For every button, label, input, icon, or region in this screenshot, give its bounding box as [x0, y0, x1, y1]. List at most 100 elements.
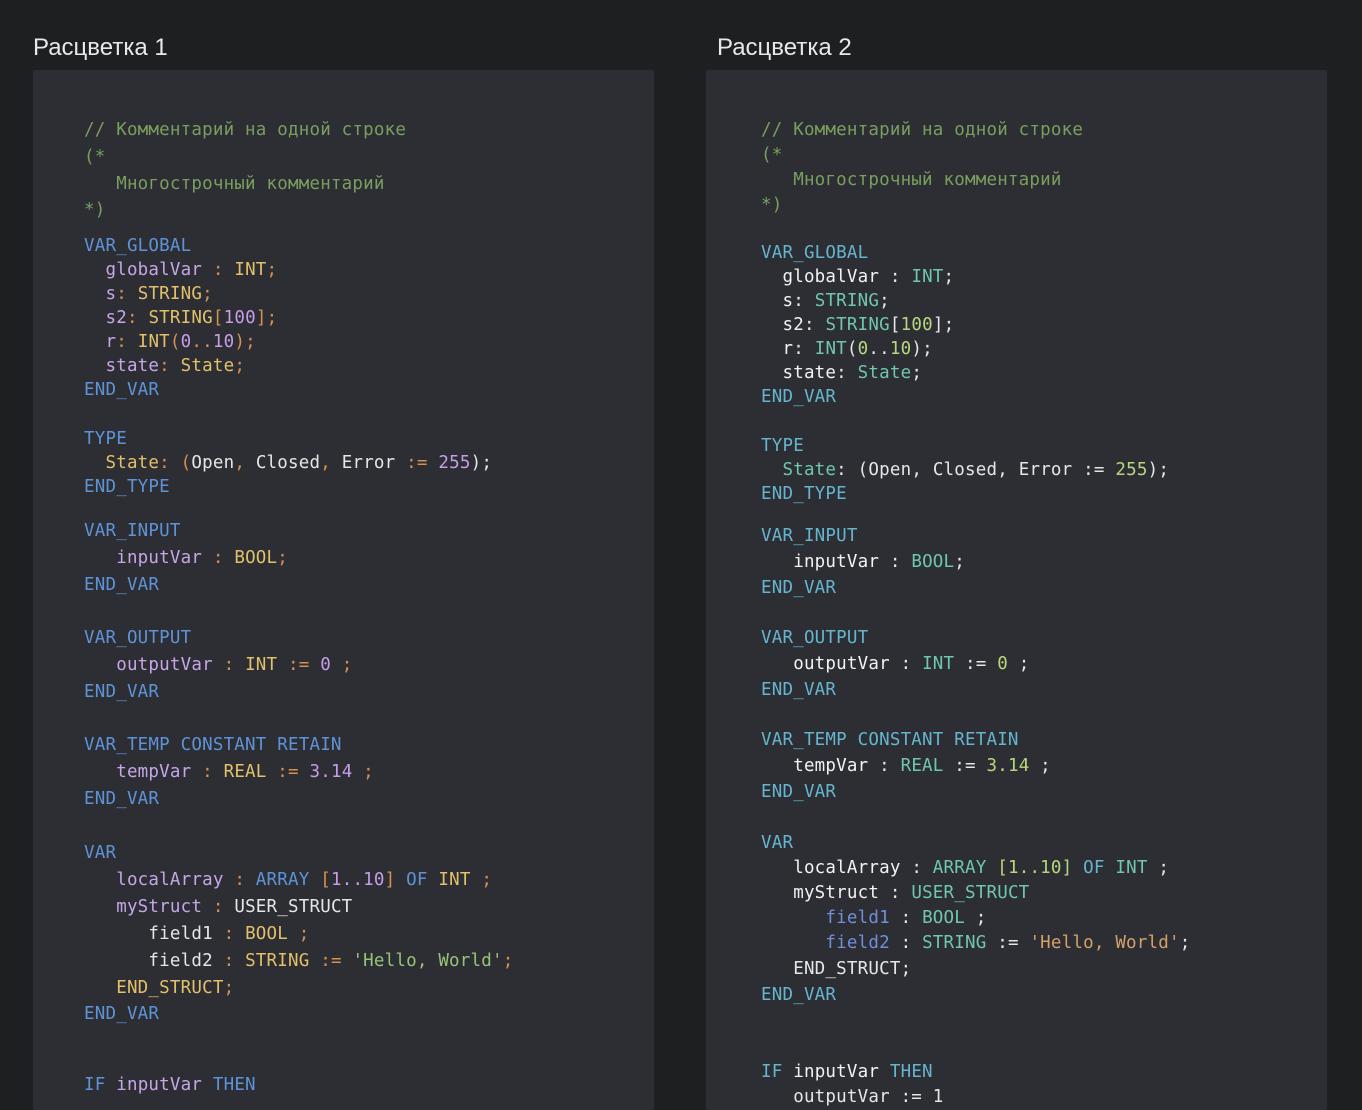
code-line: inputVar : BOOL; — [761, 552, 965, 572]
code-line: (* — [761, 145, 782, 165]
code-token-plain: Closed — [932, 460, 998, 480]
code-token-punct: ( — [846, 339, 858, 359]
code-token-punct: [ — [889, 315, 901, 335]
code-token-type: INT — [1115, 858, 1148, 878]
code-token-punct: : — [793, 291, 815, 311]
code-token-kw: END_VAR — [84, 380, 160, 400]
code-token-punct: : — [159, 356, 181, 376]
code-token-num: 3.14 — [986, 756, 1030, 776]
code-line: END_VAR — [84, 575, 159, 595]
code-token-type: State — [84, 453, 160, 473]
code-line: VAR_GLOBAL — [761, 243, 868, 263]
code-line: myStruct : USER_STRUCT — [84, 897, 352, 917]
code-line: outputVar : INT := 0 ; — [761, 654, 1029, 674]
code-token-punct: : — [889, 908, 923, 928]
code-token-kw: THEN — [889, 1062, 933, 1082]
code-token-plain: ); — [470, 453, 493, 473]
code-token-type: END_STRUCT — [84, 978, 224, 998]
code-line: TYPE — [761, 436, 804, 456]
code-line: VAR — [761, 833, 793, 853]
code-line: END_VAR — [761, 782, 836, 802]
code-line: field1 : BOOL ; — [761, 908, 987, 928]
code-token-kw: TYPE — [761, 436, 804, 456]
code-line: VAR_INPUT — [761, 526, 858, 546]
code-token-type: State — [180, 356, 235, 376]
code-token-var: outputVar — [84, 655, 213, 675]
code-token-punct: := — [395, 453, 439, 473]
code-token-type: REAL — [900, 756, 944, 776]
code-line: VAR_TEMP CONSTANT RETAIN — [84, 735, 342, 755]
code-token-punct: ; — [352, 762, 374, 782]
code-token-punct: ; — [1147, 858, 1170, 878]
code-line: VAR — [84, 843, 116, 863]
code-token-punct: : — [879, 552, 912, 572]
code-token-kw: THEN — [212, 1075, 256, 1095]
code-token-plain: Error — [341, 453, 396, 473]
code-token-var: localArray — [761, 858, 901, 878]
code-line: VAR_INPUT — [84, 521, 181, 541]
code-token-num: 0 — [180, 332, 192, 352]
code-token-type: INT — [438, 870, 471, 890]
code-token-punct: ( — [169, 332, 181, 352]
code-token-comment: Многострочный комментарий — [84, 174, 385, 194]
code-token-punct: ; — [277, 548, 289, 568]
code-token-punct: ; — [1179, 933, 1191, 953]
code-token-kw: END_TYPE — [84, 477, 170, 497]
code-token-punct: : — [191, 762, 224, 782]
code-token-punct: := — [986, 933, 1030, 953]
code-line: END_STRUCT; — [761, 959, 911, 979]
code-token-comment: // Комментарий на одной строке — [761, 120, 1084, 140]
code-token-plain: END_STRUCT — [761, 959, 901, 979]
code-token-plain: field1 — [84, 924, 213, 944]
code-line: *) — [84, 200, 105, 220]
code-token-num: 10 — [212, 332, 235, 352]
code-token-kw: IF — [761, 1062, 794, 1082]
code-token-kw: END_TYPE — [761, 484, 847, 504]
code-token-kw: END_VAR — [761, 985, 837, 1005]
code-token-punct: : — [202, 897, 235, 917]
code-token-var: s2 — [84, 308, 127, 328]
code-token-punct: : — [212, 924, 246, 944]
code-line: field1 : BOOL ; — [84, 924, 310, 944]
code-token-kw: VAR_TEMP CONSTANT RETAIN — [84, 735, 342, 755]
code-token-num: 255 — [438, 453, 471, 473]
code-token-field: field1 — [761, 908, 890, 928]
code-token-kw: END_VAR — [84, 1004, 160, 1024]
code-line: IF inputVar THEN — [84, 1075, 256, 1095]
code-token-comment: *) — [84, 200, 106, 220]
code-token-kw: END_VAR — [761, 680, 837, 700]
code-line: END_VAR — [761, 578, 836, 598]
code-token-kw: VAR_OUTPUT — [84, 628, 192, 648]
code-token-type: BOOL — [911, 552, 955, 572]
code-token-punct: : — [223, 870, 256, 890]
code-token-punct: : — [202, 548, 235, 568]
code-token-type: INT — [245, 655, 278, 675]
code-token-punct: := — [266, 762, 310, 782]
code-token-var: s — [84, 284, 117, 304]
code-token-type: STRING — [245, 951, 310, 971]
code-token-punct: ; — [879, 291, 890, 311]
code-token-comment: Многострочный комментарий — [761, 170, 1062, 190]
code-token-num: 3.14 — [309, 762, 353, 782]
code-line: (* — [84, 147, 105, 167]
code-line: END_VAR — [84, 682, 159, 702]
code-token-punct: : — [126, 308, 149, 328]
code-token-punct: .. — [191, 332, 213, 352]
code-line: *) — [761, 195, 782, 215]
code-line: state: State; — [84, 356, 245, 376]
code-token-punct: ; — [234, 356, 246, 376]
code-line: s2: STRING[100]; — [761, 315, 954, 335]
code-token-type: STRING — [825, 315, 890, 335]
code-line: State: (Open, Closed, Error := 255); — [761, 460, 1169, 480]
code-token-kw: VAR_GLOBAL — [84, 236, 192, 256]
code-token-punct: : — [879, 883, 912, 903]
code-token-var: outputVar — [761, 654, 890, 674]
code-token-field: field2 — [761, 933, 890, 953]
code-token-punct: ; — [965, 908, 987, 928]
code-line: tempVar : REAL := 3.14 ; — [761, 756, 1051, 776]
code-line: END_VAR — [761, 680, 836, 700]
code-token-punct: : — [879, 267, 912, 287]
code-line: inputVar : BOOL; — [84, 548, 288, 568]
code-token-punct: := — [954, 654, 998, 674]
code-token-kw: VAR_TEMP CONSTANT RETAIN — [761, 730, 1019, 750]
